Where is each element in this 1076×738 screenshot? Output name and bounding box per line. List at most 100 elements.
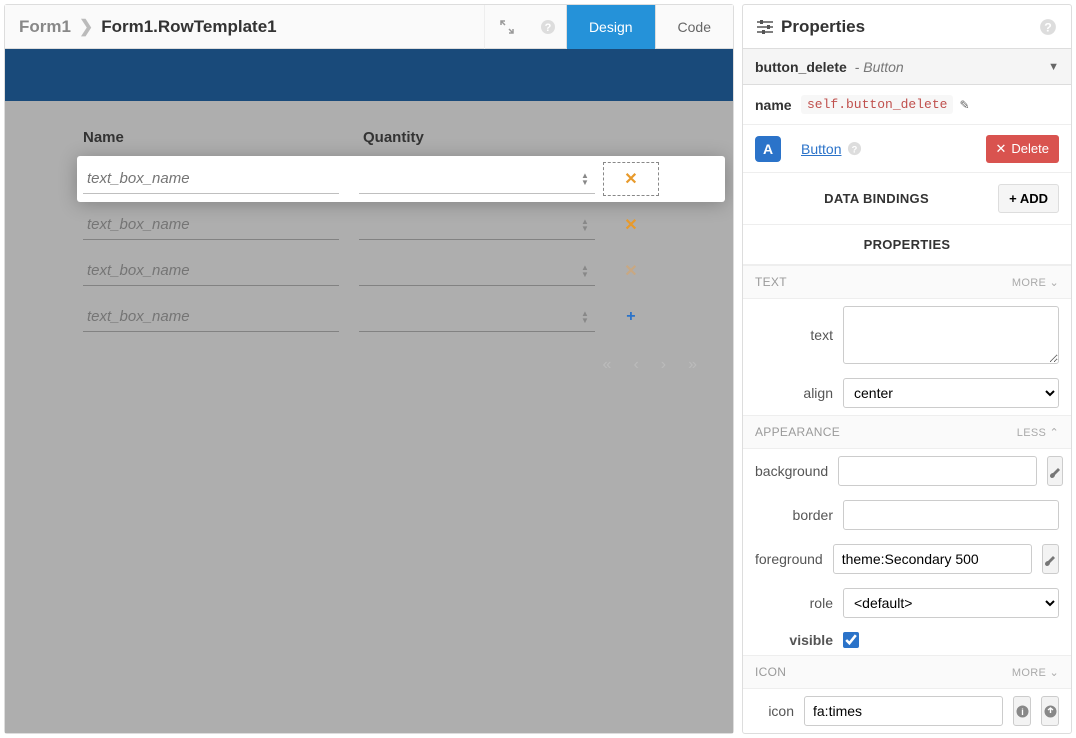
stepper-icon[interactable]: ▲▼ — [581, 264, 589, 278]
more-toggle[interactable]: MORE ⌄ — [1012, 276, 1059, 289]
color-picker-button[interactable] — [1042, 544, 1059, 574]
page-last-icon[interactable]: » — [688, 356, 697, 374]
times-icon: ✕ — [624, 261, 637, 281]
add-binding-button[interactable]: + ADD — [998, 184, 1059, 213]
data-bindings-row: DATA BINDINGS + ADD — [743, 173, 1071, 225]
stepper-icon[interactable]: ▲▼ — [581, 310, 589, 324]
properties-section-title: PROPERTIES — [743, 225, 1071, 265]
tab-design[interactable]: Design — [566, 5, 655, 49]
color-picker-button[interactable] — [1047, 456, 1063, 486]
name-property-row: name self.button_delete ✎ — [743, 85, 1071, 125]
bindings-label: DATA BINDINGS — [755, 191, 998, 206]
page-first-icon[interactable]: « — [603, 356, 612, 374]
times-icon: ✕ — [624, 169, 637, 189]
component-badge: A — [755, 136, 781, 162]
delete-button[interactable]: ✕Delete — [986, 135, 1059, 163]
brush-icon — [1043, 552, 1057, 566]
upload-icon — [1044, 705, 1057, 718]
name-input[interactable] — [83, 164, 339, 194]
more-toggle[interactable]: MORE ⌄ — [1012, 666, 1059, 679]
border-input[interactable] — [843, 500, 1059, 530]
app-header-bar — [5, 49, 733, 101]
pager: « ‹ › » — [77, 340, 725, 390]
times-icon: ✕ — [996, 141, 1007, 157]
name-value[interactable]: self.button_delete — [801, 95, 953, 114]
component-name: button_delete — [755, 59, 847, 75]
qty-input[interactable] — [359, 302, 595, 332]
group-text[interactable]: TEXT MORE ⌄ — [743, 265, 1071, 299]
visible-checkbox[interactable] — [843, 632, 859, 648]
svg-text:?: ? — [852, 144, 858, 154]
svg-text:?: ? — [1044, 20, 1052, 34]
prop-label-align: align — [755, 385, 833, 401]
expand-button[interactable] — [484, 5, 530, 49]
group-appearance[interactable]: APPEARANCE LESS ⌃ — [743, 415, 1071, 449]
help-icon[interactable]: ? — [1039, 18, 1057, 36]
name-input[interactable] — [83, 256, 339, 286]
group-icon[interactable]: ICON MORE ⌄ — [743, 655, 1071, 689]
upload-button[interactable] — [1041, 696, 1059, 726]
name-input[interactable] — [83, 302, 339, 332]
properties-header: Properties ? — [743, 5, 1071, 49]
qty-input[interactable] — [359, 164, 595, 194]
chevron-down-icon: ▼ — [1048, 61, 1059, 73]
chevron-right-icon: ❯ — [79, 17, 93, 37]
prop-label-visible: visible — [755, 632, 833, 648]
text-input[interactable] — [843, 306, 1059, 364]
stepper-icon[interactable]: ▲▼ — [581, 218, 589, 232]
expand-icon — [500, 20, 514, 34]
qty-input[interactable] — [359, 210, 595, 240]
prop-label-background: background — [755, 463, 828, 479]
prop-label-text: text — [755, 327, 833, 343]
info-icon: i — [1016, 705, 1029, 718]
page-next-icon[interactable]: › — [661, 356, 666, 374]
row-delete[interactable]: ✕ — [603, 215, 659, 235]
row-delete[interactable]: ✕ — [603, 261, 659, 281]
breadcrumb: Form1 ❯ Form1.RowTemplate1 — [5, 17, 484, 37]
role-select[interactable]: <default> — [843, 588, 1059, 618]
panel-title: Properties — [781, 17, 865, 37]
page-prev-icon[interactable]: ‹ — [633, 356, 638, 374]
prop-label-border: border — [755, 507, 833, 523]
grid-header: Name Quantity — [77, 129, 725, 156]
help-icon[interactable]: ? — [540, 19, 556, 35]
background-input[interactable] — [838, 456, 1037, 486]
prop-label-icon: icon — [755, 703, 794, 719]
row-add[interactable]: + — [603, 308, 659, 326]
delete-button-component[interactable]: ✕ — [603, 162, 659, 196]
name-label: name — [755, 97, 801, 113]
col-header-qty: Quantity — [363, 129, 719, 146]
design-canvas[interactable]: Name Quantity ▲▼ ✕ ▲▼ ✕ — [5, 49, 733, 733]
info-button[interactable]: i — [1013, 696, 1031, 726]
pencil-icon[interactable]: ✎ — [959, 98, 969, 112]
svg-text:?: ? — [545, 22, 552, 34]
less-toggle[interactable]: LESS ⌃ — [1017, 426, 1059, 439]
sliders-icon — [757, 20, 773, 34]
col-header-name: Name — [83, 129, 363, 146]
stepper-icon[interactable]: ▲▼ — [581, 172, 589, 186]
plus-icon: + — [626, 308, 635, 326]
qty-input[interactable] — [359, 256, 595, 286]
class-row: A Button ? ✕Delete — [743, 125, 1071, 173]
prop-label-role: role — [755, 595, 833, 611]
icon-input[interactable] — [804, 696, 1003, 726]
align-select[interactable]: center — [843, 378, 1059, 408]
row-template-selected[interactable]: ▲▼ ✕ — [77, 156, 725, 202]
brush-icon — [1048, 464, 1062, 478]
breadcrumb-parent[interactable]: Form1 — [19, 17, 71, 37]
prop-label-foreground: foreground — [755, 551, 823, 567]
svg-text:i: i — [1021, 707, 1024, 717]
component-type: - Button — [851, 59, 904, 75]
foreground-input[interactable] — [833, 544, 1032, 574]
help-icon[interactable]: ? — [847, 141, 862, 156]
times-icon: ✕ — [624, 215, 637, 235]
table-row: ▲▼ ✕ — [77, 202, 725, 248]
name-input[interactable] — [83, 210, 339, 240]
breadcrumb-current: Form1.RowTemplate1 — [101, 17, 276, 37]
table-row: ▲▼ + — [77, 294, 725, 340]
toolbar: Form1 ❯ Form1.RowTemplate1 ? Design Code — [5, 5, 733, 49]
class-link[interactable]: Button — [801, 141, 841, 157]
table-row: ▲▼ ✕ — [77, 248, 725, 294]
component-selector[interactable]: button_delete - Button ▼ — [743, 49, 1071, 85]
tab-code[interactable]: Code — [655, 5, 733, 49]
